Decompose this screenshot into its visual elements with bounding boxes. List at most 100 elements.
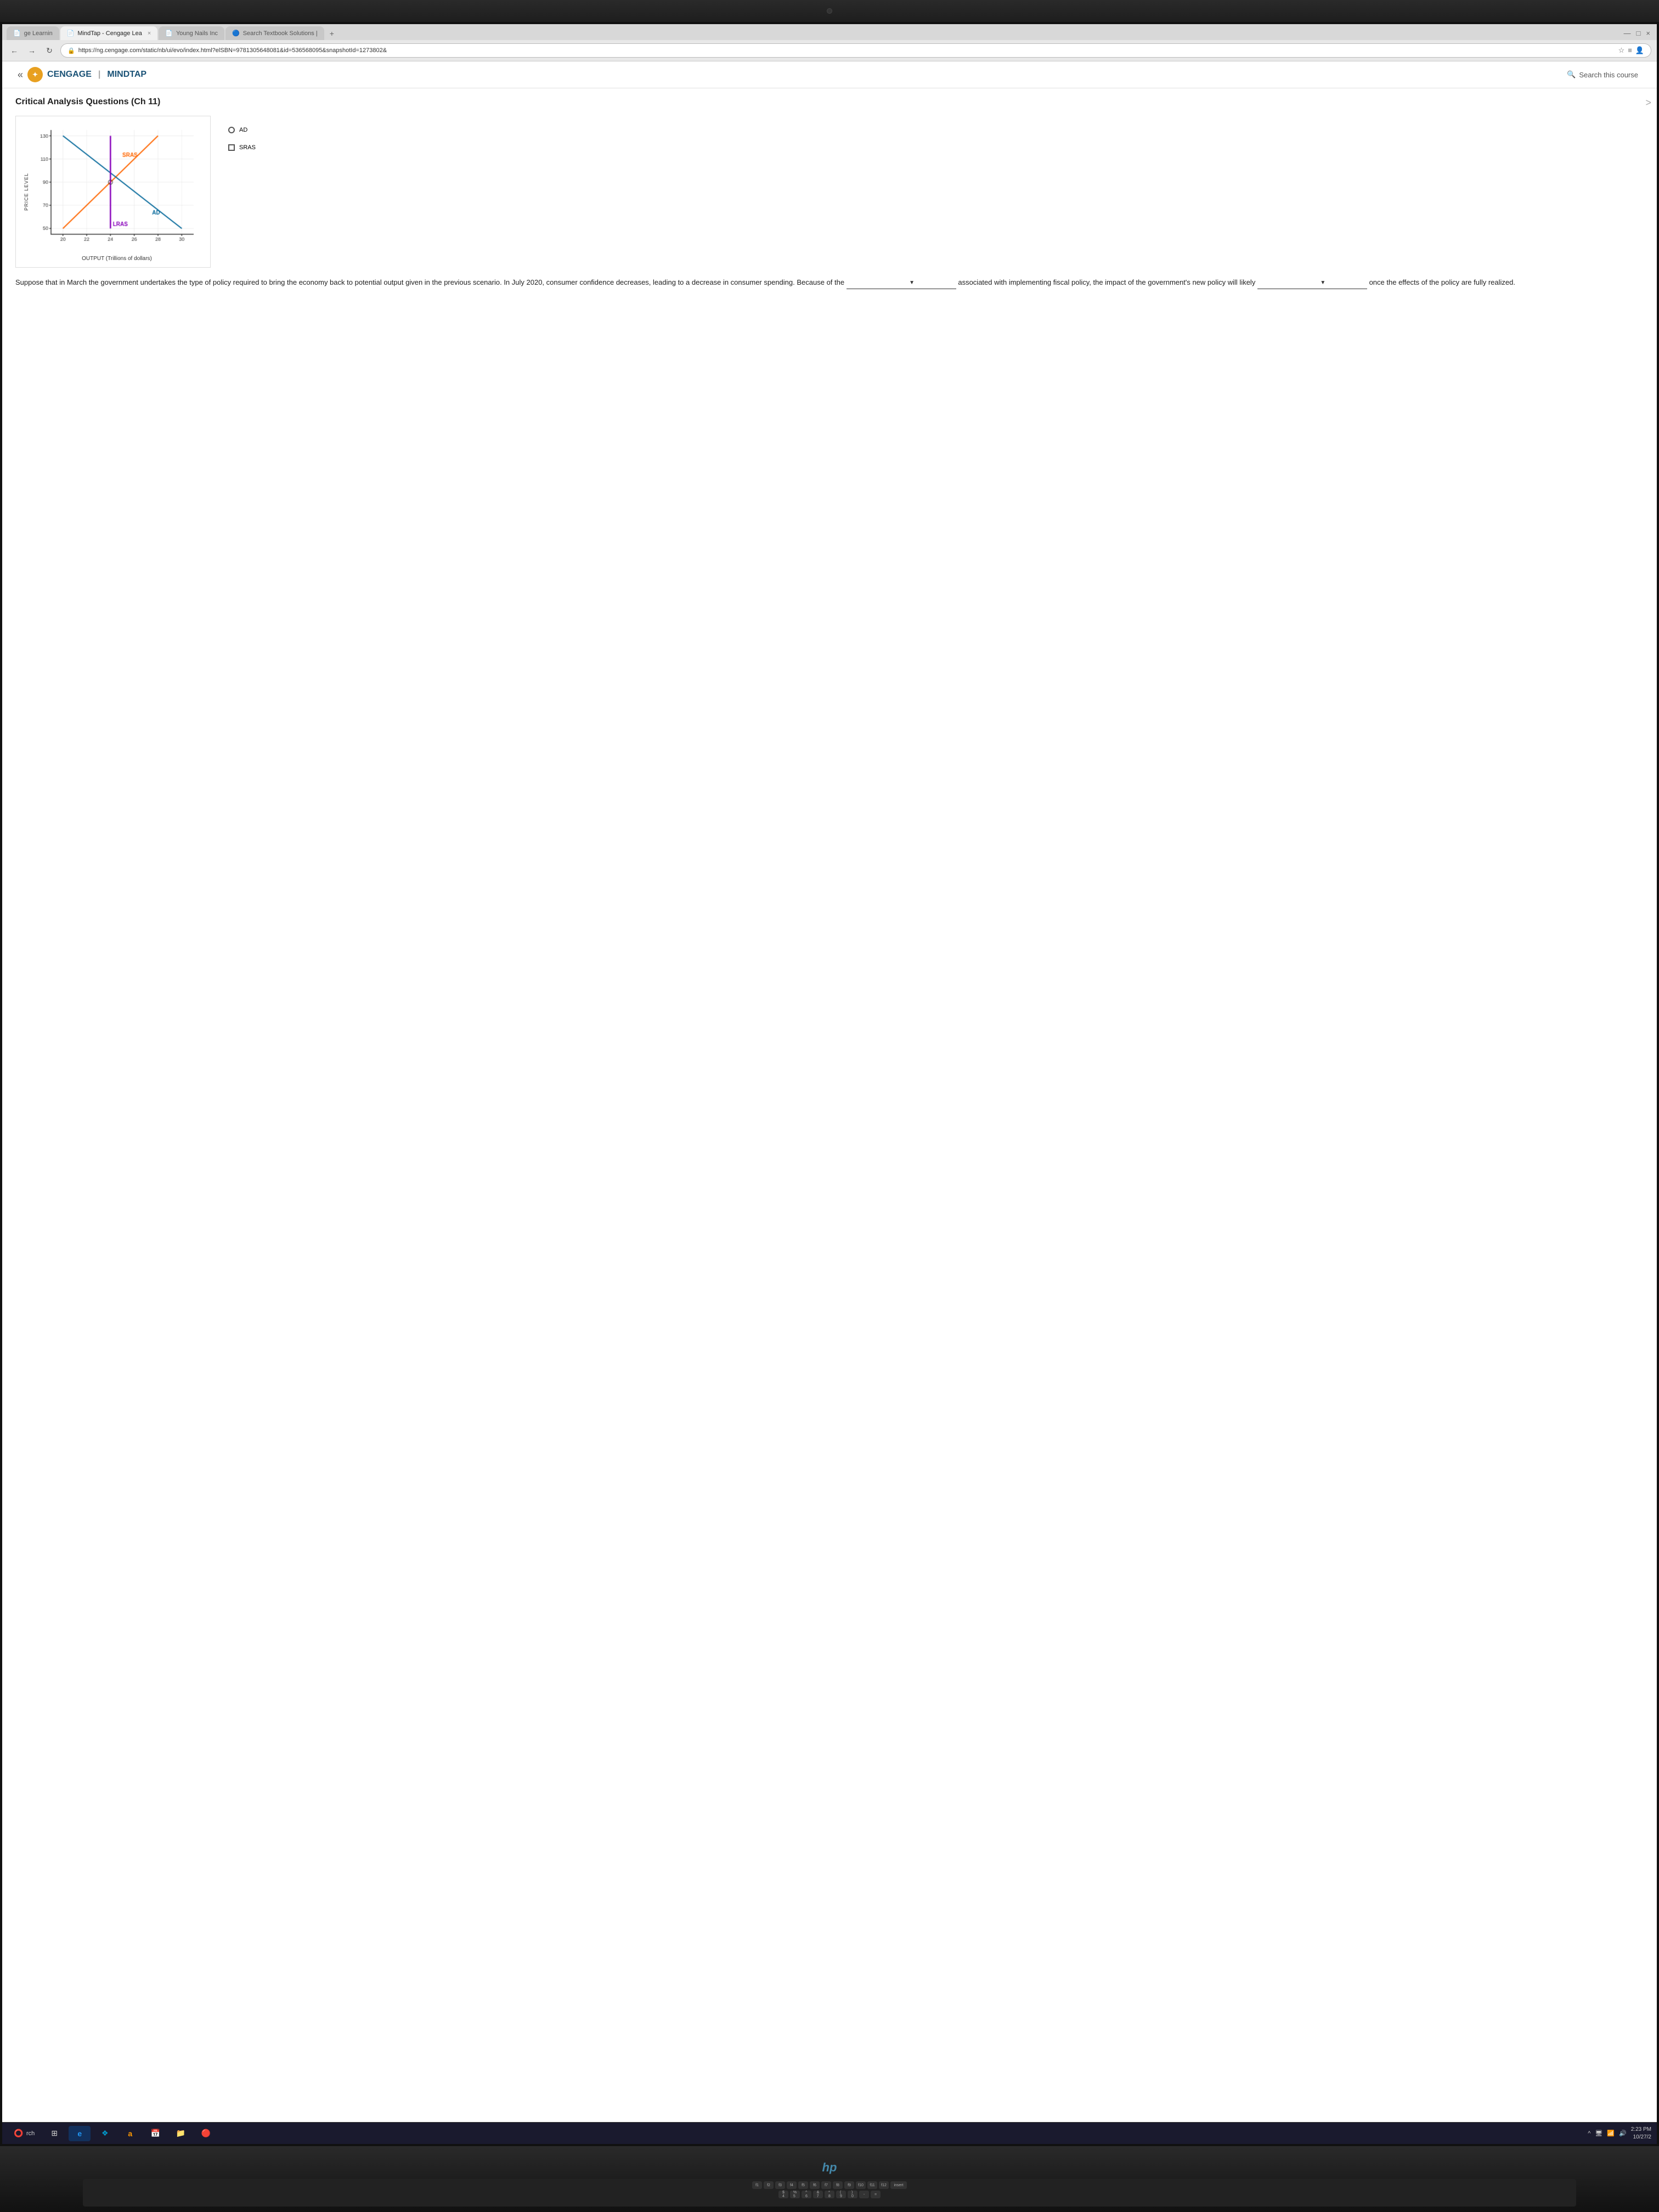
key-f6[interactable]: f6	[810, 2181, 820, 2189]
legend-item-ad: AD	[228, 127, 256, 133]
question-text-1: Suppose that in March the government und…	[15, 278, 844, 286]
windows-search-icon: ⭕	[13, 2128, 24, 2139]
keyboard-row-2: $4 %5 ^6 &7 *8 (9 )0 - =	[85, 2191, 1574, 2198]
key-insert[interactable]: insert	[890, 2181, 907, 2189]
tab-label-search-tb: Search Textbook Solutions |	[243, 30, 318, 37]
tab-icon-ge: 📄	[13, 30, 21, 37]
legend-sras-symbol	[228, 144, 235, 151]
monitor-icon: 🖥	[1595, 2130, 1602, 2137]
browser-minimize[interactable]: —	[1622, 27, 1633, 40]
file-explorer-icon: 📁	[175, 2128, 186, 2139]
page-title: Critical Analysis Questions (Ch 11)	[15, 97, 1644, 107]
browser-maximize[interactable]: □	[1634, 27, 1643, 40]
taskbar-dropbox[interactable]: ❖	[94, 2126, 116, 2141]
taskbar-clock: 2:23 PM 10/27/2	[1631, 2126, 1651, 2141]
keyboard-area: f1 f2 f3 f4 f5 f6 f7 f8 f9 f10 f11 f12 i…	[83, 2179, 1576, 2207]
laptop-camera	[827, 8, 832, 14]
refresh-button[interactable]: ↻	[43, 44, 56, 57]
taskbar-file-explorer[interactable]: 📁	[170, 2126, 191, 2141]
key-8[interactable]: *8	[825, 2191, 834, 2198]
address-bar-row: ← → ↻ 🔒 https://ng.cengage.com/static/nb…	[2, 40, 1657, 61]
url-text: https://ng.cengage.com/static/nb/ui/evo/…	[78, 47, 387, 54]
question-text: Suppose that in March the government und…	[15, 276, 1644, 289]
mindtap-label: MINDTAP	[107, 70, 146, 80]
address-bar[interactable]: 🔒 https://ng.cengage.com/static/nb/ui/ev…	[60, 43, 1651, 58]
browser-tab-search[interactable]: 🔵 Search Textbook Solutions |	[225, 26, 324, 40]
key-4[interactable]: $4	[778, 2191, 788, 2198]
system-tray-icon-1: ^	[1588, 2130, 1590, 2137]
hp-logo: hp	[822, 2160, 837, 2175]
blank-dropdown-1[interactable]	[847, 276, 956, 289]
key-7[interactable]: &7	[813, 2191, 823, 2198]
tab-label-ge: ge Learnin	[24, 30, 53, 37]
tab-label-mindtap: MindTap - Cengage Lea	[77, 30, 142, 37]
taskbar: ⭕ rch ⊞ e ❖ a 📅 📁 🔴 ^ 🖥 📶 🔊	[2, 2122, 1657, 2144]
tab-close-mindtap[interactable]: ×	[148, 30, 151, 37]
page-content: > Critical Analysis Questions (Ch 11) PR…	[2, 88, 1657, 2122]
taskbar-amazon[interactable]: a	[119, 2126, 141, 2141]
browser-tab-ge-learning[interactable]: 📄 ge Learnin	[7, 26, 59, 40]
task-view-icon: ⊞	[49, 2128, 60, 2139]
legend-ad-symbol	[228, 127, 235, 133]
back-button[interactable]: ←	[8, 44, 21, 57]
key-0[interactable]: )0	[848, 2191, 857, 2198]
key-f1[interactable]: f1	[752, 2181, 762, 2189]
taskbar-right: ^ 🖥 📶 🔊 2:23 PM 10/27/2	[1588, 2126, 1651, 2141]
amazon-icon: a	[125, 2128, 136, 2139]
chart-legend: AD SRAS	[219, 116, 256, 151]
key-6[interactable]: ^6	[802, 2191, 811, 2198]
taskbar-search-label: rch	[26, 2130, 35, 2137]
bookmark-star-icon[interactable]: ☆	[1618, 46, 1625, 55]
browser-tab-mindtap[interactable]: 📄 MindTap - Cengage Lea ×	[60, 26, 158, 40]
key-f4[interactable]: f4	[787, 2181, 797, 2189]
cengage-logo: ✦ CENGAGE | MINDTAP	[27, 67, 146, 82]
add-tab-button[interactable]: +	[325, 27, 338, 40]
page-close-button[interactable]: >	[1645, 97, 1651, 109]
taskbar-office[interactable]: 🔴	[195, 2126, 217, 2141]
browser-close[interactable]: ×	[1644, 27, 1652, 40]
key-f2[interactable]: f2	[764, 2181, 774, 2189]
nav-collapse-icon[interactable]: «	[13, 69, 27, 81]
search-icon: 🔍	[1567, 70, 1576, 79]
legend-ad-label: AD	[239, 127, 247, 133]
key-f8[interactable]: f8	[833, 2181, 843, 2189]
key-equals[interactable]: =	[871, 2191, 881, 2198]
network-icon: 📶	[1607, 2130, 1615, 2137]
dropbox-icon: ❖	[99, 2128, 110, 2139]
browser-chrome: 📄 ge Learnin 📄 MindTap - Cengage Lea × 📄…	[2, 24, 1657, 61]
key-f11[interactable]: f11	[867, 2181, 877, 2189]
blank-dropdown-2[interactable]	[1257, 276, 1367, 289]
browser-tab-young-nails[interactable]: 📄 Young Nails Inc	[159, 26, 224, 40]
taskbar-search[interactable]: ⭕ rch	[8, 2126, 40, 2141]
key-f9[interactable]: f9	[844, 2181, 854, 2189]
calendar-icon: 📅	[150, 2128, 161, 2139]
key-f12[interactable]: f12	[879, 2181, 889, 2189]
key-f7[interactable]: f7	[821, 2181, 831, 2189]
key-5[interactable]: %5	[790, 2191, 800, 2198]
browser-content: « ✦ CENGAGE | MINDTAP 🔍 Search this cour…	[2, 61, 1657, 2122]
key-minus[interactable]: -	[859, 2191, 869, 2198]
taskbar-edge[interactable]: e	[69, 2126, 91, 2141]
taskbar-calendar[interactable]: 📅	[144, 2126, 166, 2141]
reader-mode-icon[interactable]: ≡	[1628, 46, 1632, 55]
y-axis-label: PRICE LEVEL	[21, 122, 29, 262]
content-area: PRICE LEVEL OUTPUT (Trillions of dollars…	[15, 116, 1644, 268]
key-f3[interactable]: f3	[775, 2181, 785, 2189]
forward-button[interactable]: →	[25, 44, 38, 57]
taskbar-date-display: 10/27/2	[1631, 2134, 1651, 2141]
tab-icon-young-nails: 📄	[165, 30, 173, 37]
tab-icon-search-tb: 🔵	[232, 30, 240, 37]
edge-icon: e	[74, 2128, 85, 2139]
search-course-button[interactable]: 🔍 Search this course	[1559, 67, 1646, 82]
key-9[interactable]: (9	[836, 2191, 846, 2198]
key-f5[interactable]: f5	[798, 2181, 808, 2189]
taskbar-time-display: 2:23 PM	[1631, 2126, 1651, 2134]
cengage-logo-mark: ✦	[27, 67, 43, 82]
x-axis-label: OUTPUT (Trillions of dollars)	[29, 256, 205, 262]
profile-icon[interactable]: 👤	[1635, 46, 1644, 55]
legend-sras-label: SRAS	[239, 144, 256, 151]
office-icon: 🔴	[200, 2128, 211, 2139]
question-text-2: associated with implementing fiscal poli…	[958, 278, 1255, 286]
taskbar-task-view[interactable]: ⊞	[43, 2126, 65, 2141]
key-f10[interactable]: f10	[856, 2181, 866, 2189]
